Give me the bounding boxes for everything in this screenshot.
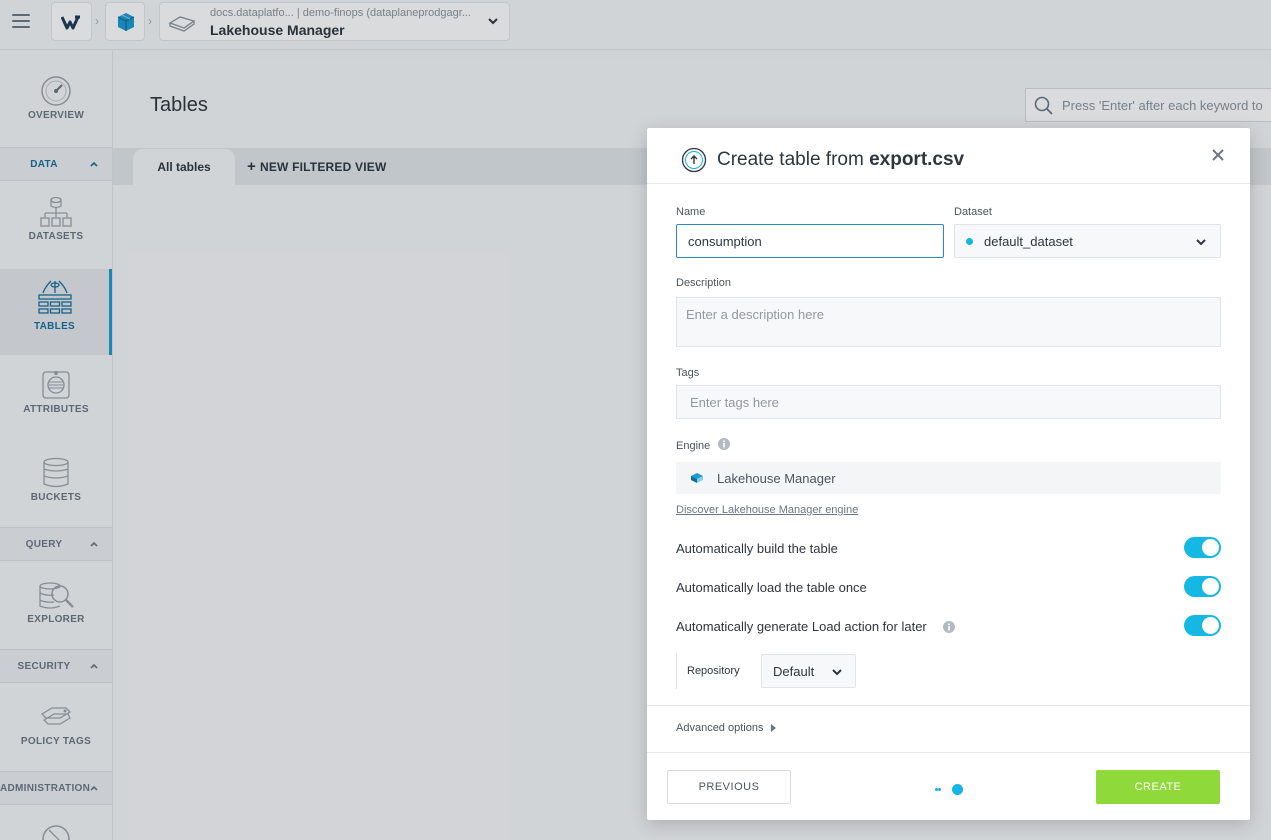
previous-button[interactable]: PREVIOUS xyxy=(667,770,791,804)
step-dot-active xyxy=(952,784,963,795)
discover-engine-link[interactable]: Discover Lakehouse Manager engine xyxy=(676,504,858,516)
dialog-header: Create table from export.csv xyxy=(647,128,1250,184)
dialog-title-file: export.csv xyxy=(869,149,965,170)
auto-build-label: Automatically build the table xyxy=(676,541,838,556)
description-input[interactable] xyxy=(676,297,1221,347)
dataset-value: default_dataset xyxy=(984,234,1073,249)
step-dot xyxy=(938,788,941,791)
caret-right-icon xyxy=(771,724,777,732)
upload-icon xyxy=(681,147,707,173)
divider xyxy=(647,752,1250,753)
auto-load-toggle[interactable] xyxy=(1184,576,1221,597)
info-icon[interactable] xyxy=(718,438,730,450)
chevron-down-icon xyxy=(832,669,842,676)
auto-load-label: Automatically load the table once xyxy=(676,580,867,595)
toggle-knob xyxy=(1202,539,1219,556)
create-table-dialog: Create table from export.csv Name Datase… xyxy=(647,128,1250,820)
dataset-label: Dataset xyxy=(954,206,992,218)
dialog-title-prefix: Create table from xyxy=(717,149,864,170)
tags-label: Tags xyxy=(676,367,700,379)
auto-generate-label: Automatically generate Load action for l… xyxy=(676,619,927,634)
auto-generate-toggle[interactable] xyxy=(1184,615,1221,636)
advanced-options-label: Advanced options xyxy=(676,722,764,734)
close-icon[interactable] xyxy=(1210,147,1226,163)
table-name-input[interactable] xyxy=(676,224,944,258)
name-label: Name xyxy=(676,206,706,218)
advanced-options-toggle[interactable]: Advanced options xyxy=(676,722,777,734)
toggle-knob xyxy=(1202,578,1219,595)
dialog-title: Create table from export.csv xyxy=(717,149,964,171)
engine-value: Lakehouse Manager xyxy=(717,471,836,486)
step-indicator xyxy=(934,783,974,795)
repository-value: Default xyxy=(773,664,815,679)
toggle-knob xyxy=(1202,617,1219,634)
dataset-dot-icon xyxy=(966,238,973,245)
tags-input[interactable] xyxy=(676,385,1221,419)
info-icon[interactable] xyxy=(943,621,955,633)
dataset-select[interactable]: default_dataset xyxy=(954,224,1221,258)
lakehouse-engine-icon xyxy=(691,473,703,483)
repository-select[interactable]: Default xyxy=(761,654,856,688)
engine-label: Engine xyxy=(676,440,711,452)
auto-build-toggle[interactable] xyxy=(1184,537,1221,558)
create-button[interactable]: CREATE xyxy=(1096,770,1220,804)
chevron-down-icon xyxy=(1196,239,1206,246)
divider xyxy=(647,705,1250,706)
repository-label: Repository xyxy=(687,665,740,677)
repository-group: Repository Default xyxy=(676,653,856,689)
description-label: Description xyxy=(676,277,732,289)
engine-display: Lakehouse Manager xyxy=(676,462,1221,494)
